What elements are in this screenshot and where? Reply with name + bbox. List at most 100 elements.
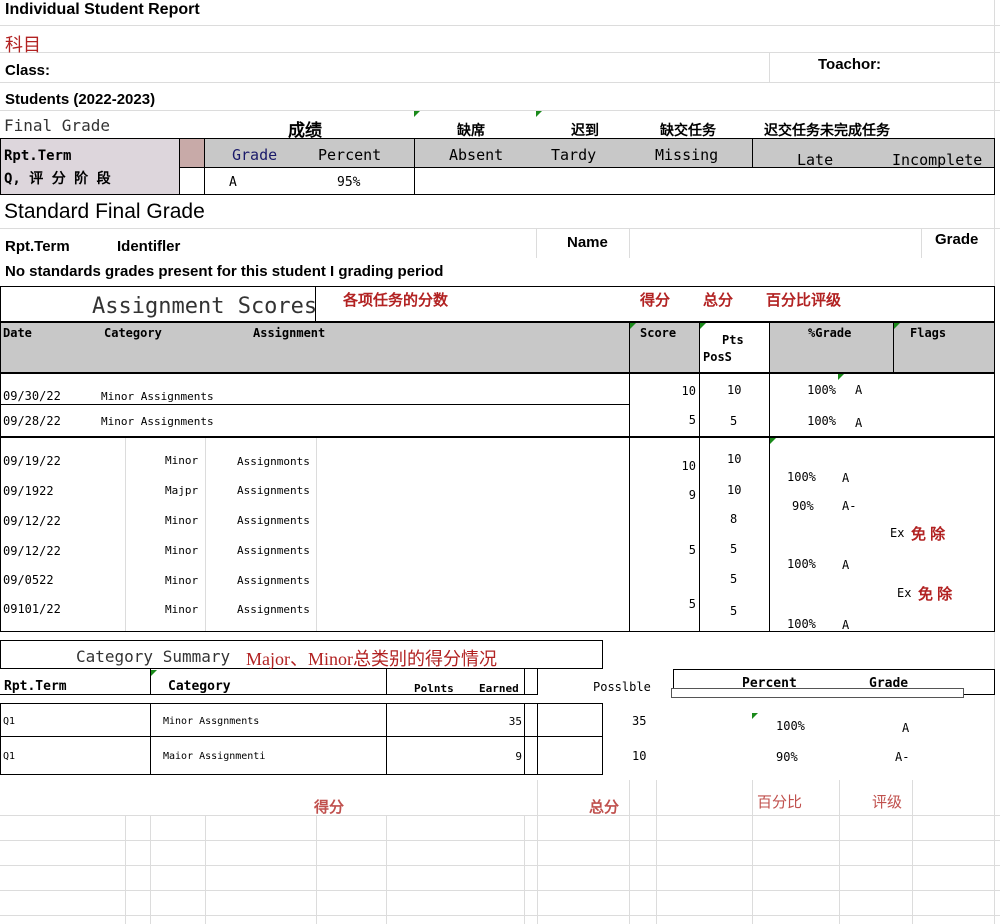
row-category: Minor — [165, 514, 199, 527]
absent-cn: 缺席 — [457, 122, 485, 138]
row-grade: A — [842, 471, 850, 485]
sum-row-grade: A- — [895, 750, 910, 764]
col-late: Late — [797, 151, 834, 169]
sum-col-category: Category — [168, 679, 231, 694]
summary-table — [0, 703, 603, 775]
row-score: 10 — [681, 384, 696, 398]
sum-row-earned: 35 — [508, 715, 522, 728]
row-pts: 5 — [730, 542, 738, 556]
row-pct: 100% — [787, 470, 816, 484]
row-date: 09/1922 — [3, 484, 54, 498]
row-pct: 100% — [787, 617, 816, 631]
col-assignment: Assignment — [253, 326, 326, 340]
row-assignment: Assignmonts — [237, 455, 310, 468]
summary-title: Category Summary — [76, 647, 231, 666]
col-flags: Flags — [910, 326, 947, 340]
row-pts: 5 — [730, 604, 738, 618]
sum-row-term: Q1 — [3, 751, 16, 762]
col-category: Category — [104, 326, 162, 340]
row-assignment: Assignments — [237, 603, 310, 616]
sum-row-possible: 10 — [632, 749, 647, 763]
row-score: 5 — [688, 543, 696, 557]
row-grade: A — [855, 383, 863, 397]
row-score: 5 — [688, 413, 696, 427]
header-overlay-bar — [671, 688, 964, 698]
annot-grade-cn: 评级 — [872, 794, 903, 811]
summary-title-cn: Major、Minor总类别的得分情况 — [246, 649, 497, 669]
row-date: 09/12/22 — [3, 544, 61, 558]
row-pts: 5 — [730, 572, 738, 586]
row-pct: 100% — [787, 557, 816, 571]
row-pts: 10 — [727, 452, 742, 466]
std-grade: Grade — [935, 231, 979, 248]
assignment-title-cn: 各项任务的分数 — [343, 292, 449, 309]
row-pts: 5 — [730, 414, 738, 428]
col-grade: Grade — [232, 146, 278, 164]
row-category: Minor Assignments — [101, 415, 214, 428]
rpt-term-label: Rpt.Term — [4, 148, 72, 164]
row-category: Minor — [165, 574, 199, 587]
sum-row-percent: 100% — [776, 719, 805, 733]
col-pct-grade: %Grade — [808, 326, 852, 340]
final-grade-label: Final Grade — [4, 116, 110, 135]
exempt-cn: 免 除 — [918, 586, 953, 603]
class-label: Class: — [5, 62, 51, 79]
std-identifier: Identifler — [117, 238, 181, 255]
total-cn: 总分 — [703, 292, 734, 309]
sum-row-grade: A — [902, 721, 910, 735]
std-message: No standards grades present for this stu… — [5, 263, 444, 280]
row-score: 10 — [681, 459, 696, 473]
row-date: 09/30/22 — [3, 389, 61, 403]
final-percent-value: 95% — [337, 175, 361, 190]
sum-row-possible: 35 — [632, 714, 647, 728]
col-absent: Absent — [449, 146, 504, 164]
col-tardy: Tardy — [551, 146, 597, 164]
row-date: 09/0522 — [3, 573, 54, 587]
color-swatch-cell — [180, 139, 204, 167]
row-pts: 10 — [727, 383, 742, 397]
sum-row-category: Maior Assignmenti — [163, 751, 266, 762]
col-score: Score — [640, 326, 677, 340]
row-pts: 10 — [727, 483, 742, 497]
row-score: 5 — [688, 597, 696, 611]
row-score: 9 — [688, 488, 696, 502]
students-label: Students (2022-2023) — [5, 91, 156, 108]
score-cn: 得分 — [640, 292, 671, 309]
col-date: Date — [3, 326, 32, 340]
assignment-group-2 — [0, 437, 995, 632]
row-date: 09101/22 — [3, 602, 61, 616]
percent-grade-cn: 百分比评级 — [766, 292, 842, 309]
sum-col-earned: Earned — [479, 682, 519, 695]
row-pts: 8 — [730, 512, 738, 526]
col-pts: Pts — [722, 333, 744, 347]
row-grade: A- — [842, 499, 857, 513]
exempt-flag: Ex — [890, 526, 905, 540]
row-category: Minor — [165, 454, 199, 467]
std-rpt-term: Rpt.Term — [5, 238, 70, 255]
tardy-cn: 迟到 — [571, 122, 599, 138]
missing-cn: 缺交任务 — [660, 122, 716, 138]
final-grade-value: A — [229, 175, 237, 190]
row-pct: 90% — [792, 499, 814, 513]
sum-row-percent: 90% — [776, 750, 798, 764]
annot-score-cn: 得分 — [314, 799, 345, 816]
row-assignment: Assignments — [237, 544, 310, 557]
comment-marker — [536, 111, 542, 117]
col-incomplete: Incomplete — [892, 151, 983, 169]
row-date: 09/28/22 — [3, 414, 61, 428]
exempt-flag: Ex — [897, 586, 912, 600]
row-pct: 100% — [807, 414, 836, 428]
row-assignment: Assignments — [237, 514, 310, 527]
comment-marker — [414, 111, 420, 117]
exempt-cn: 免 除 — [911, 526, 946, 543]
row-pct: 100% — [807, 383, 836, 397]
std-name: Name — [567, 234, 608, 251]
sum-col-rpt: Rpt.Term — [4, 679, 67, 694]
row-category: Majpr — [165, 484, 199, 497]
row-assignment: Assignments — [237, 484, 310, 497]
row-grade: A — [842, 558, 850, 572]
row-grade: A — [842, 618, 850, 632]
subject-label-cn: 科目 — [5, 35, 41, 55]
assignment-title: Assignment Scores — [92, 294, 318, 319]
report-title: Individual Student Report — [5, 1, 200, 18]
